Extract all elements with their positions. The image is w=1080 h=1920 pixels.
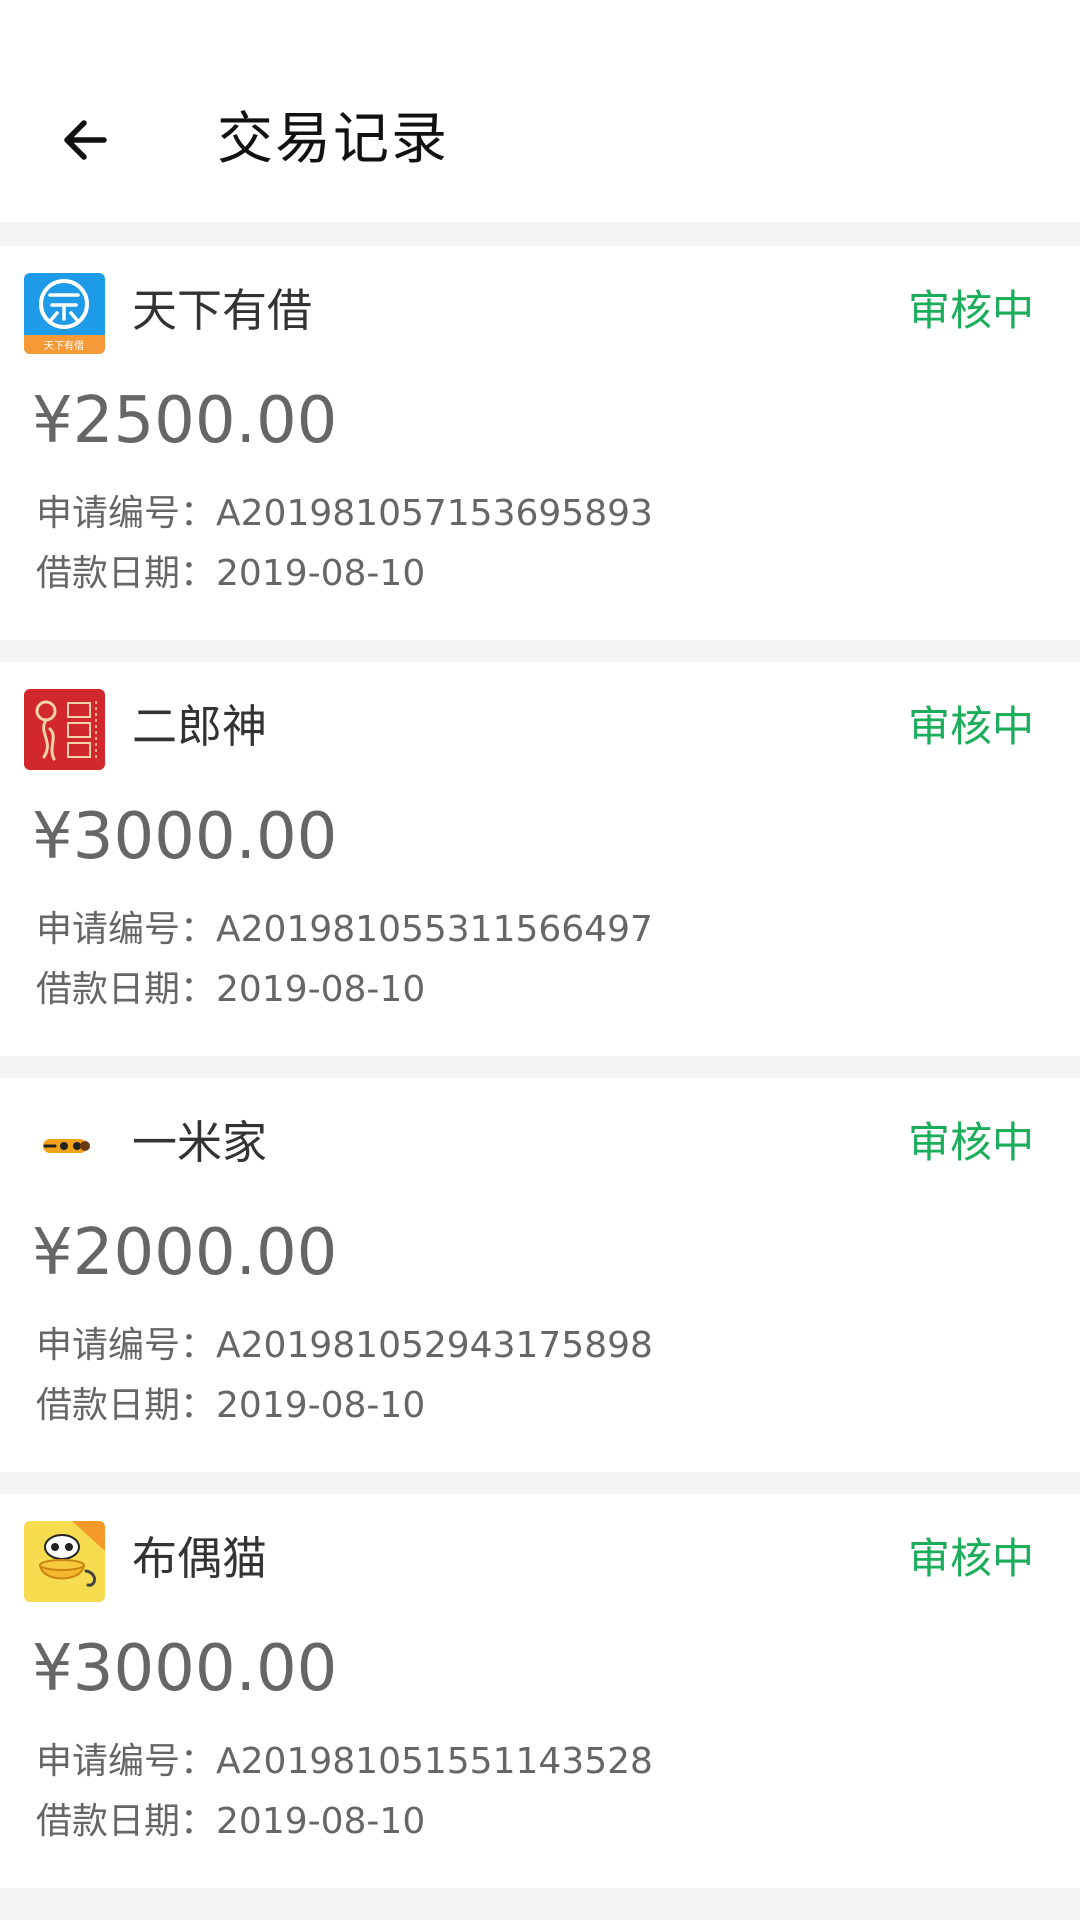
lender-name: 一米家 (132, 1116, 268, 1169)
application-number-value: A201981057153695893 (216, 493, 653, 534)
loan-date-label: 借款日期： (36, 969, 217, 1010)
loan-date-label: 借款日期： (36, 553, 217, 594)
loan-date: 借款日期：2019-08-10 (36, 549, 425, 599)
loan-date-label: 借款日期： (36, 1385, 217, 1426)
application-number: 申请编号：A201981057153695893 (36, 489, 653, 539)
application-number-label: 申请编号： (36, 493, 217, 534)
back-button[interactable] (50, 105, 120, 175)
application-number-value: A201981052943175898 (216, 1325, 653, 1366)
loan-date: 借款日期：2019-08-10 (36, 1797, 425, 1847)
loan-date: 借款日期：2019-08-10 (36, 1381, 425, 1431)
lender-name: 二郎神 (132, 700, 268, 753)
transaction-card[interactable]: 布偶猫 审核中 ¥3000.00 申请编号：A20198105155114352… (0, 1494, 1080, 1888)
svg-text:天下有借: 天下有借 (44, 339, 84, 352)
loan-date-value: 2019-08-10 (216, 553, 426, 594)
arrow-left-icon (64, 120, 107, 160)
loan-amount: ¥3000.00 (32, 800, 338, 874)
app-header: 交易记录 (0, 0, 1080, 222)
loan-date-value: 2019-08-10 (216, 1385, 426, 1426)
transaction-card[interactable]: 二郎神 审核中 ¥3000.00 申请编号：A20198105531156649… (0, 662, 1080, 1056)
loan-date-label: 借款日期： (36, 1801, 217, 1842)
transaction-card[interactable]: 天下有借 天下有借 审核中 ¥2500.00 申请编号：A20198105715… (0, 246, 1080, 640)
loan-amount: ¥3000.00 (32, 1632, 338, 1706)
loan-amount: ¥2500.00 (32, 384, 338, 458)
application-number-value: A201981051551143528 (216, 1741, 653, 1782)
status-badge: 审核中 (907, 702, 1034, 751)
page-title: 交易记录 (217, 107, 449, 172)
application-number: 申请编号：A201981051551143528 (36, 1737, 653, 1787)
application-number: 申请编号：A201981052943175898 (36, 1321, 653, 1371)
status-badge: 审核中 (907, 1118, 1034, 1167)
loan-date-value: 2019-08-10 (216, 969, 426, 1010)
application-number: 申请编号：A201981055311566497 (36, 905, 653, 955)
yimijia-logo-icon (24, 1105, 105, 1186)
application-number-value: A201981055311566497 (216, 909, 653, 950)
loan-amount: ¥2000.00 (32, 1216, 338, 1290)
buoumao-logo-icon (24, 1521, 105, 1602)
transaction-list: 天下有借 天下有借 审核中 ¥2500.00 申请编号：A20198105715… (0, 222, 1080, 1888)
application-number-label: 申请编号： (36, 1325, 217, 1366)
status-badge: 审核中 (907, 286, 1034, 335)
transaction-card[interactable]: 一米家 审核中 ¥2000.00 申请编号：A20198105294317589… (0, 1078, 1080, 1472)
status-badge: 审核中 (907, 1534, 1034, 1583)
tianxia-youjie-logo-icon: 天下有借 (24, 273, 105, 354)
erlangshen-logo-icon (24, 689, 105, 770)
lender-name: 布偶猫 (132, 1532, 268, 1585)
application-number-label: 申请编号： (36, 909, 217, 950)
loan-date: 借款日期：2019-08-10 (36, 965, 425, 1015)
application-number-label: 申请编号： (36, 1741, 217, 1782)
loan-date-value: 2019-08-10 (216, 1801, 426, 1842)
lender-name: 天下有借 (132, 284, 313, 337)
